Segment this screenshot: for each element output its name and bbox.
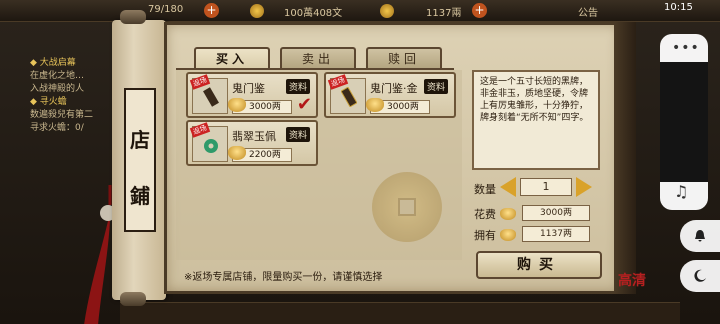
level-counter: 79/180 — [148, 4, 184, 15]
shop-notice: ※返场专属店铺，限量购买一份，请谨慎选择 — [184, 272, 383, 283]
buy-button[interactable]: 购买 — [476, 251, 602, 279]
shop-title-char: 鋪 — [130, 184, 150, 208]
tab-buy[interactable]: 买入 — [194, 47, 270, 69]
quantity-label: 数量 — [474, 183, 496, 196]
selected-check-icon: ✔ — [296, 94, 312, 115]
item-badge: 资料 — [285, 127, 310, 142]
add-level-button[interactable]: + — [204, 3, 219, 18]
bell-shape — [695, 230, 705, 242]
item-badge: 资料 — [285, 79, 310, 94]
item-name: 鬼门鉴·金 — [370, 82, 418, 95]
shop-title-char: 店 — [130, 128, 150, 152]
shop-item-jade-pendant[interactable]: 返场 翡翠玉佩 资料 2200两 — [186, 120, 318, 166]
hd-logo: 高清 — [618, 273, 646, 289]
tab-sell[interactable]: 卖出 — [280, 47, 356, 69]
cost-label: 花费 — [474, 208, 496, 221]
item-description: 这是一个五寸长短的黑牌，非金非玉，质地坚硬，令牌上有厉鬼雏形，十分狰狞，牌身刻着… — [472, 70, 600, 170]
item-name: 翡翠玉佩 — [232, 130, 276, 143]
token-icon — [341, 87, 357, 107]
music-icon[interactable]: ♫ — [674, 182, 688, 201]
gold-ingot-icon — [500, 208, 516, 220]
gold-ingot-icon — [380, 4, 394, 18]
coin-decoration — [372, 172, 442, 242]
top-resource-bar: 79/180 + 100萬408文 1137兩 + 公告 — [0, 0, 720, 22]
shop-item-ghost-gate-mirror[interactable]: 返场 鬼门鉴 资料 3000两 ✔ — [186, 72, 318, 118]
item-badge: 资料 — [423, 79, 448, 94]
gold-ingot-icon — [228, 98, 246, 112]
owned-value: 1137两 — [522, 226, 590, 242]
notification-bell-icon[interactable] — [680, 220, 720, 252]
decrease-quantity-button[interactable] — [500, 177, 516, 197]
gold-ingot-icon — [366, 98, 384, 112]
gold-ingot-icon — [500, 229, 516, 241]
copper-coin-icon — [250, 4, 264, 18]
cost-value: 3000两 — [522, 205, 590, 221]
money-counter: 100萬408文 — [284, 8, 343, 19]
owned-label: 拥有 — [474, 229, 496, 242]
shop-title-frame — [124, 88, 156, 232]
bottom-menu-bar — [120, 302, 680, 324]
add-gold-button[interactable]: + — [472, 3, 487, 18]
item-icon: 返场 — [327, 74, 366, 114]
announcement-button[interactable]: 公告 — [578, 4, 598, 19]
more-menu-icon[interactable]: ••• — [672, 40, 700, 56]
night-mode-icon[interactable] — [680, 260, 720, 292]
gold-ingot-icon — [228, 146, 246, 160]
scroll-rod-bottom — [120, 292, 146, 306]
quantity-input[interactable]: 1 — [520, 178, 572, 196]
item-icon: 返场 — [189, 122, 228, 162]
floating-video-area — [660, 62, 708, 182]
status-time: 10:15 — [664, 2, 693, 13]
item-name: 鬼门鉴 — [232, 82, 265, 95]
moon-shape — [694, 269, 706, 282]
item-icon: 返场 — [189, 74, 228, 114]
gold-counter: 1137兩 — [426, 8, 462, 19]
increase-quantity-button[interactable] — [576, 177, 592, 197]
scroll-rod-top — [120, 10, 146, 24]
tab-redeem[interactable]: 赎回 — [366, 47, 442, 69]
token-icon — [203, 87, 219, 107]
panel-frame-right — [614, 22, 636, 294]
jade-pendant-icon — [204, 139, 218, 153]
shop-item-ghost-gate-mirror-gold[interactable]: 返场 鬼门鉴·金 资料 3000两 — [324, 72, 456, 118]
